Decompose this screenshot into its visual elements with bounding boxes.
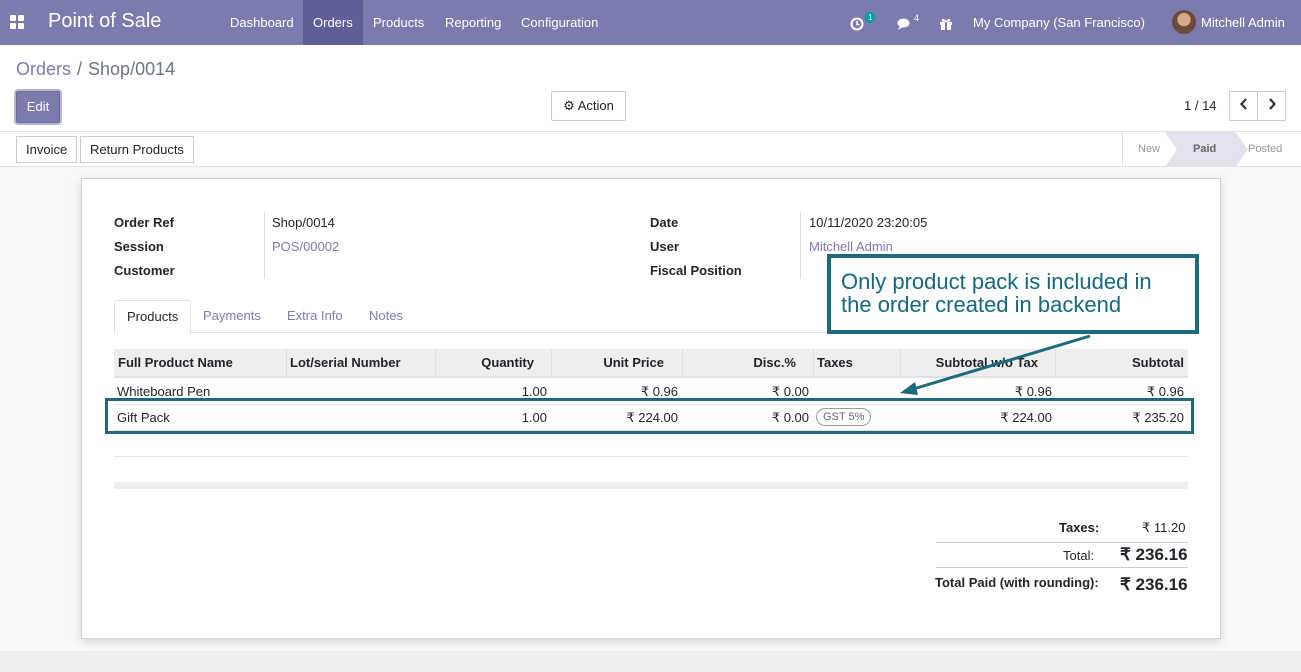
- action-label: Action: [577, 98, 614, 113]
- return-products-button[interactable]: Return Products: [80, 136, 194, 163]
- chevron-right-icon: [1268, 98, 1276, 110]
- total-label: Total:: [1063, 548, 1095, 563]
- col-unit-price[interactable]: Unit Price: [603, 355, 664, 370]
- stage-posted: Posted: [1248, 143, 1283, 155]
- menu-orders[interactable]: Orders: [303, 0, 363, 45]
- taxes-label: Taxes:: [1059, 520, 1100, 535]
- total-paid-value: ₹ 236.16: [1120, 575, 1188, 594]
- order-ref-label: Order Ref: [114, 215, 174, 230]
- session-link[interactable]: POS/00002: [272, 239, 339, 254]
- gift-icon[interactable]: [939, 0, 953, 45]
- tab-payments[interactable]: Payments: [191, 300, 273, 332]
- stage-new: New: [1138, 143, 1161, 155]
- taxes-value: ₹ 11.20: [1142, 520, 1186, 535]
- product-name: Whiteboard Pen: [117, 384, 211, 399]
- menu-products[interactable]: Products: [363, 0, 434, 45]
- user-label: User: [650, 239, 679, 254]
- tab-notes[interactable]: Notes: [357, 300, 415, 332]
- pager-value[interactable]: 1 / 14: [1184, 98, 1217, 113]
- menu-dashboard[interactable]: Dashboard: [220, 0, 304, 45]
- col-subtotal[interactable]: Subtotal: [1132, 355, 1184, 370]
- breadcrumb-separator: /: [77, 59, 83, 79]
- highlight-box: [105, 398, 1194, 434]
- company-switcher[interactable]: My Company (San Francisco): [973, 0, 1145, 45]
- action-button[interactable]: ⚙ Action: [551, 91, 626, 121]
- total-paid-label: Total Paid (with rounding):: [935, 575, 1099, 590]
- fiscal-position-label: Fiscal Position: [650, 263, 742, 278]
- messages-icon[interactable]: [897, 0, 912, 45]
- stage-paid: Paid: [1193, 143, 1217, 155]
- pager-previous-button[interactable]: [1229, 91, 1258, 121]
- breadcrumb-current: Shop/0014: [88, 59, 176, 79]
- customer-label: Customer: [114, 263, 175, 278]
- gear-icon: ⚙: [563, 98, 575, 113]
- user-menu[interactable]: Mitchell Admin: [1201, 0, 1285, 45]
- messages-count: 4: [914, 13, 920, 23]
- col-taxes[interactable]: Taxes: [817, 355, 853, 370]
- control-panel: Orders / Shop/0014 Edit ⚙ Action 1 / 14 In…: [0, 45, 1301, 167]
- tab-products[interactable]: Products: [114, 300, 192, 334]
- breadcrumb-orders[interactable]: Orders: [16, 59, 71, 79]
- tab-extra-info[interactable]: Extra Info: [275, 300, 355, 332]
- app-title: Point of Sale: [48, 10, 162, 32]
- apps-menu-icon[interactable]: [10, 15, 24, 29]
- activity-count-badge: 1: [865, 12, 876, 23]
- quantity: 1.00: [521, 384, 547, 399]
- order-ref-value: Shop/0014: [272, 215, 335, 230]
- pager-next-button[interactable]: [1257, 91, 1286, 121]
- top-navbar: Point of Sale Dashboard Orders Products …: [0, 0, 1301, 45]
- col-subtotal-wo-tax[interactable]: Subtotal w/o Tax: [936, 355, 1038, 370]
- annotation-callout: Only product pack is included in the ord…: [827, 254, 1199, 334]
- total-value: ₹ 236.16: [1120, 545, 1188, 564]
- menu-configuration[interactable]: Configuration: [511, 0, 608, 45]
- date-value: 10/11/2020 23:20:05: [809, 215, 928, 230]
- edit-button[interactable]: Edit: [16, 91, 60, 123]
- col-product-name[interactable]: Full Product Name: [118, 355, 233, 370]
- col-quantity[interactable]: Quantity: [481, 355, 534, 370]
- activity-icon[interactable]: [850, 0, 864, 45]
- invoice-button[interactable]: Invoice: [16, 136, 78, 163]
- user-link[interactable]: Mitchell Admin: [809, 239, 893, 254]
- date-label: Date: [650, 215, 679, 230]
- col-discount[interactable]: Disc.%: [753, 355, 796, 370]
- avatar[interactable]: [1172, 10, 1196, 34]
- session-label: Session: [114, 239, 164, 254]
- status-bar: Invoice Return Products New Paid Posted: [0, 131, 1301, 167]
- menu-reporting[interactable]: Reporting: [435, 0, 511, 45]
- breadcrumb: Orders / Shop/0014: [16, 59, 175, 80]
- table-header: Full Product Name Lot/serial Number Quan…: [114, 349, 1188, 378]
- col-lot-serial[interactable]: Lot/serial Number: [290, 355, 401, 370]
- chevron-left-icon: [1239, 98, 1247, 110]
